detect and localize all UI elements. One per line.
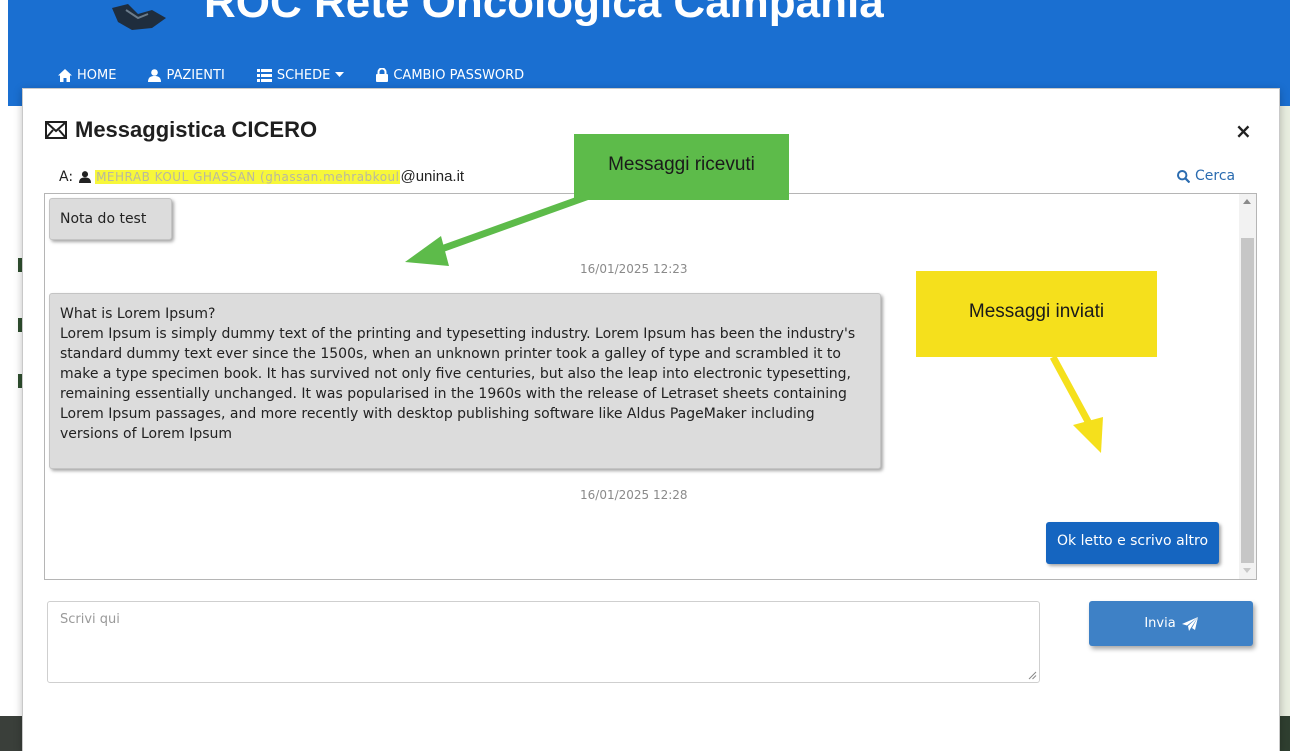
- logo-icon: [112, 4, 166, 30]
- recipient-line: A: MEHRAB KOUL GHASSAN (ghassan.mehrabko…: [59, 168, 464, 185]
- user-icon: [79, 170, 92, 183]
- list-icon: [256, 68, 272, 82]
- yellow-arrow-icon: [1049, 355, 1103, 453]
- sent-message: Ok letto e scrivo altro: [1046, 522, 1220, 564]
- modal-title-text: Messaggistica CICERO: [75, 117, 318, 142]
- nav-pazienti[interactable]: PAZIENTI: [148, 67, 225, 83]
- message-input[interactable]: [47, 601, 1040, 683]
- chat-scrollbar[interactable]: [1239, 194, 1256, 579]
- search-link[interactable]: Cerca: [1177, 168, 1235, 184]
- message-text: Nota do test: [60, 211, 147, 227]
- green-arrow-icon: [405, 192, 591, 266]
- background-page-left: [0, 106, 22, 751]
- message-timestamp: 16/01/2025 12:28: [580, 488, 688, 502]
- resize-grip-icon[interactable]: [1028, 671, 1037, 680]
- envelope-icon: [45, 121, 67, 139]
- send-button[interactable]: Invia: [1089, 601, 1253, 646]
- nav-schede[interactable]: SCHEDE: [256, 67, 345, 83]
- received-message: Nota do test: [49, 198, 172, 240]
- callout-received-messages: Messaggi ricevuti: [574, 134, 789, 200]
- recipient-label: A:: [59, 168, 74, 185]
- nav-pazienti-label: PAZIENTI: [166, 67, 225, 83]
- callout-received-label: Messaggi ricevuti: [608, 154, 755, 175]
- send-button-label: Invia: [1144, 616, 1176, 631]
- nav-schede-label: SCHEDE: [276, 67, 331, 83]
- message-timestamp: 16/01/2025 12:23: [580, 262, 688, 276]
- close-button[interactable]: ×: [1235, 119, 1252, 143]
- caret-down-icon: [335, 72, 345, 77]
- message-text: What is Lorem Ipsum? Lorem Ipsum is simp…: [60, 306, 856, 442]
- messaging-modal: Messaggistica CICERO × A: MEHRAB KOUL GH…: [22, 88, 1280, 751]
- recipient-name-redacted: MEHRAB KOUL GHASSAN (ghassan.mehrabkoul: [95, 169, 401, 184]
- modal-title: Messaggistica CICERO: [45, 117, 317, 143]
- scroll-up-arrow-icon[interactable]: [1243, 199, 1251, 204]
- callout-sent-messages: Messaggi inviati: [916, 271, 1157, 357]
- user-icon: [148, 68, 162, 82]
- nav-cambio-password-label: CAMBIO PASSWORD: [393, 67, 525, 83]
- main-nav: HOME PAZIENTI SCHEDE CAMBIO PASSWORD: [58, 65, 556, 85]
- search-label: Cerca: [1195, 168, 1236, 184]
- scroll-down-arrow-icon[interactable]: [1243, 568, 1251, 573]
- background-page-bottom-left: [0, 716, 22, 751]
- callout-sent-label: Messaggi inviati: [968, 301, 1105, 322]
- message-text: Ok letto e scrivo altro: [1057, 533, 1209, 549]
- paper-plane-icon: [1181, 616, 1198, 631]
- home-icon: [58, 68, 72, 82]
- recipient-domain: @unina.it: [400, 168, 465, 185]
- lock-icon: [376, 68, 389, 82]
- nav-home-label: HOME: [77, 67, 117, 83]
- received-message: What is Lorem Ipsum? Lorem Ipsum is simp…: [49, 293, 881, 469]
- search-icon: [1177, 169, 1190, 183]
- app-title: ROC Rete Oncologica Campania: [204, 0, 884, 27]
- nav-cambio-password[interactable]: CAMBIO PASSWORD: [376, 68, 524, 83]
- nav-home[interactable]: HOME: [58, 68, 116, 83]
- scroll-thumb[interactable]: [1241, 238, 1254, 563]
